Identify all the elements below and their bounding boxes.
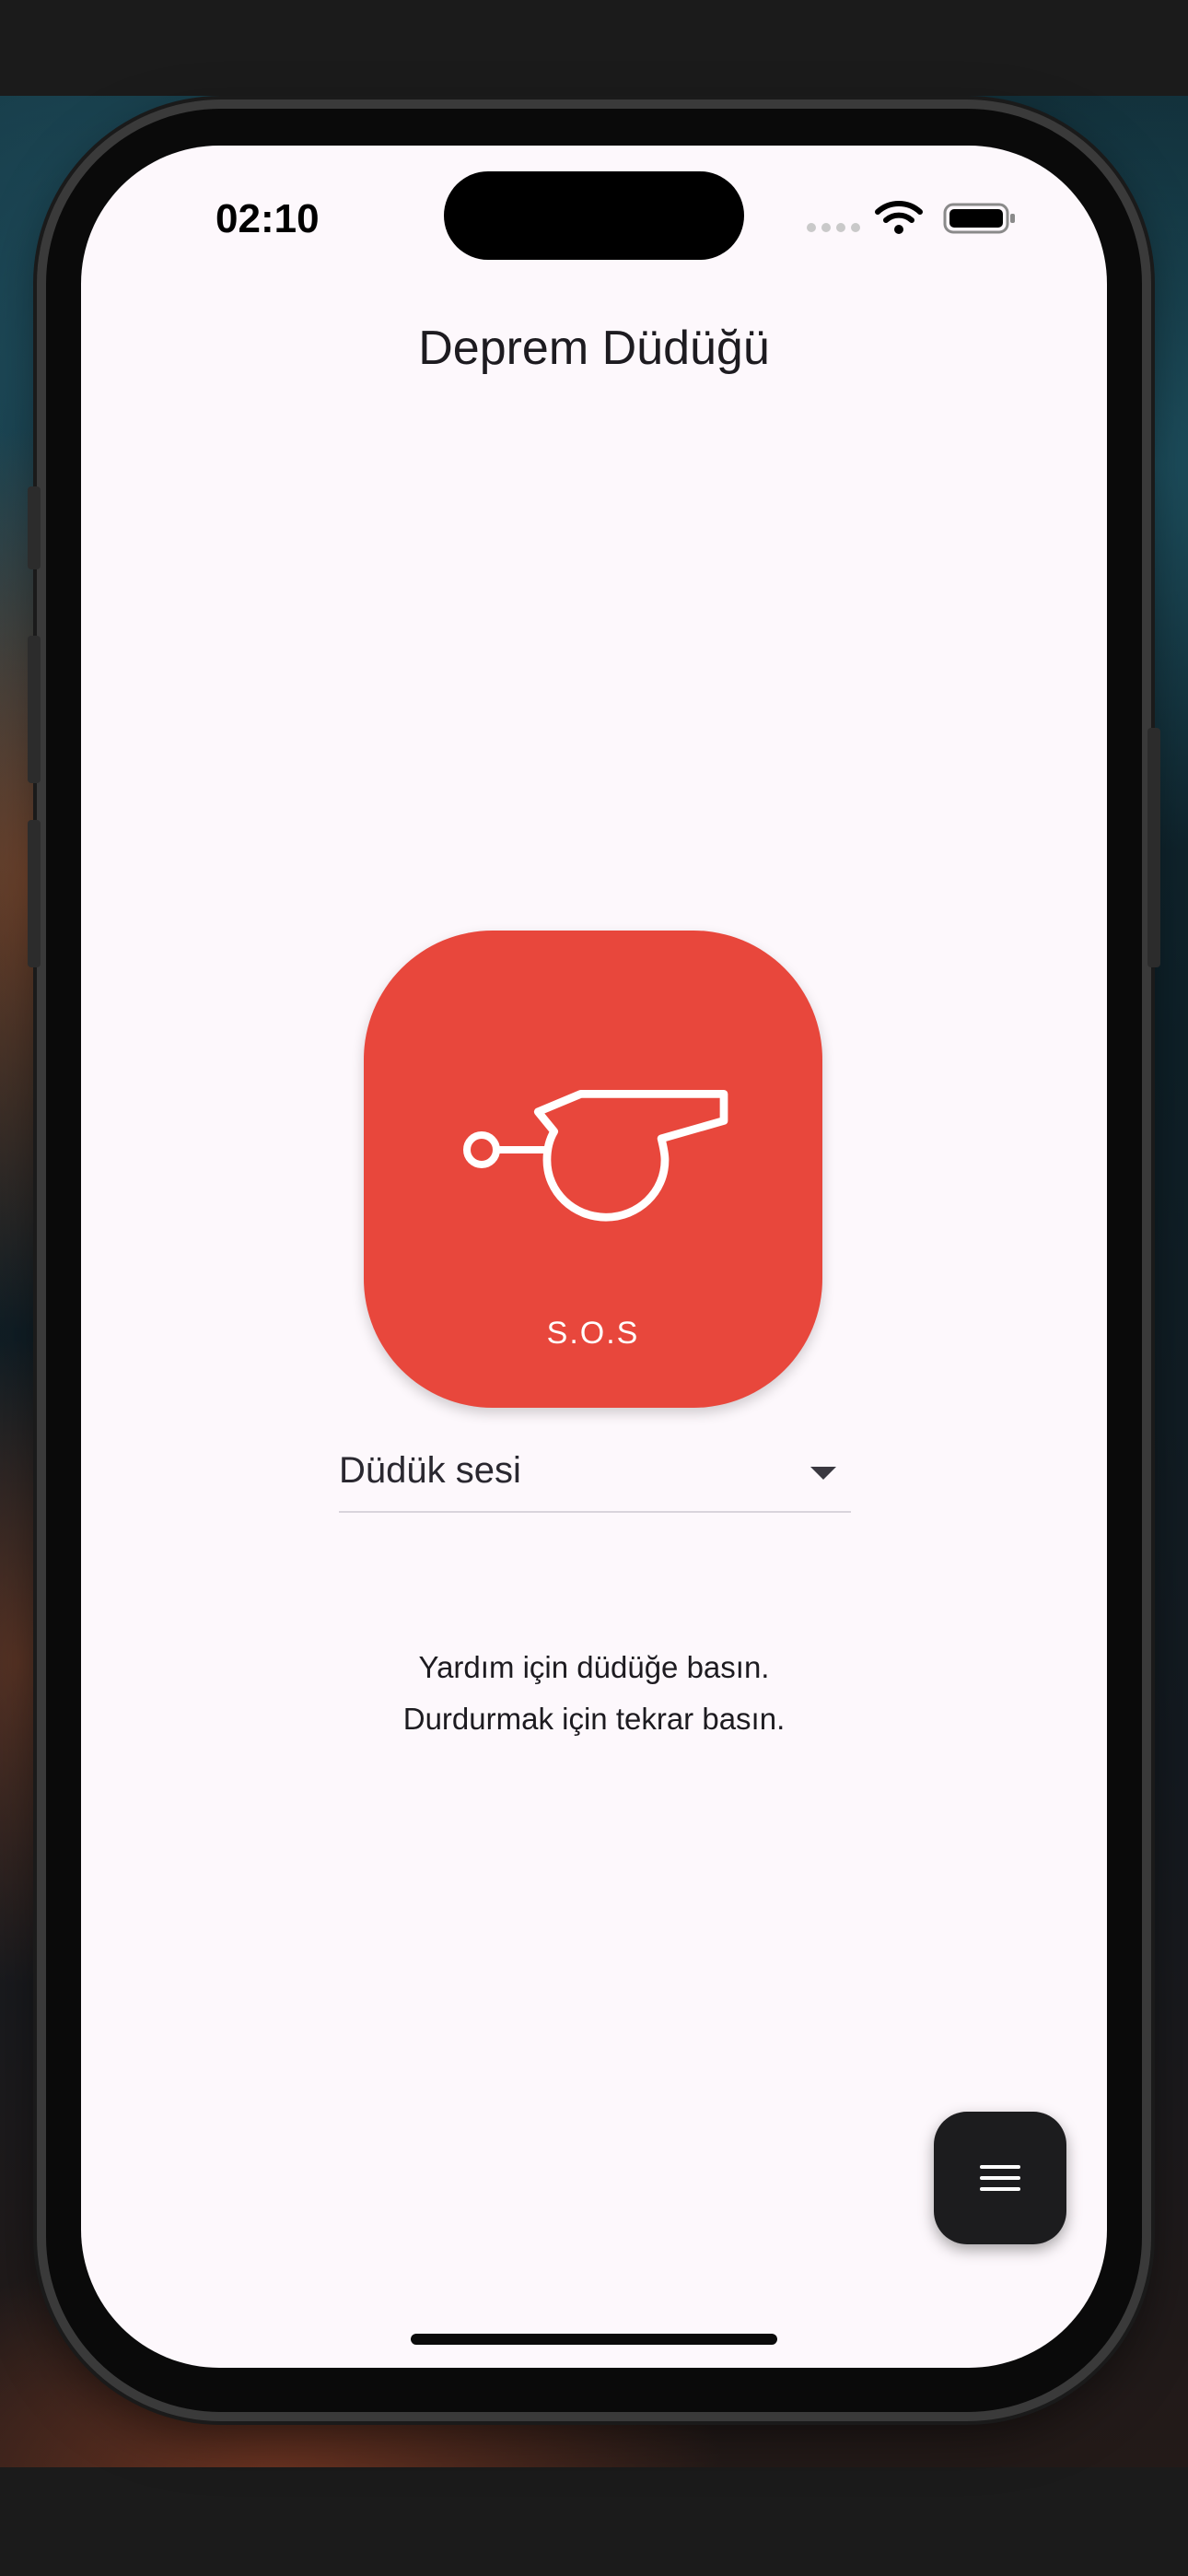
home-indicator[interactable] xyxy=(411,2334,777,2345)
sos-label: S.O.S xyxy=(546,1316,640,1351)
volume-down-button xyxy=(28,820,41,967)
app-screen: 02:10 Deprem Düdüğü S.O.S Düdük sesi Yar… xyxy=(81,146,1107,2368)
wifi-icon xyxy=(875,201,923,234)
menu-icon xyxy=(980,2165,1020,2191)
instructions-line-1: Yardım için düdüğe basın. xyxy=(418,1650,770,1684)
dynamic-island xyxy=(444,171,744,260)
instructions-text: Yardım için düdüğe basın. Durdurmak için… xyxy=(81,1642,1107,1745)
bottom-letterbox xyxy=(0,2467,1188,2576)
silent-switch xyxy=(28,486,41,569)
whistle-sound-dropdown[interactable]: Düdük sesi xyxy=(339,1435,851,1513)
cellular-signal-icon xyxy=(807,223,860,232)
power-button xyxy=(1147,728,1160,967)
status-time: 02:10 xyxy=(215,196,320,241)
instructions-line-2: Durdurmak için tekrar basın. xyxy=(402,1702,786,1736)
volume-up-button xyxy=(28,636,41,783)
top-letterbox xyxy=(0,0,1188,96)
battery-icon xyxy=(943,203,1015,234)
dropdown-selected-value: Düdük sesi xyxy=(339,1450,521,1491)
page-title: Deprem Düdüğü xyxy=(418,322,770,375)
sos-whistle-button[interactable]: S.O.S xyxy=(364,931,822,1408)
chevron-down-icon xyxy=(810,1467,836,1480)
whistle-icon xyxy=(463,1089,728,1222)
menu-button[interactable] xyxy=(934,2112,1066,2244)
